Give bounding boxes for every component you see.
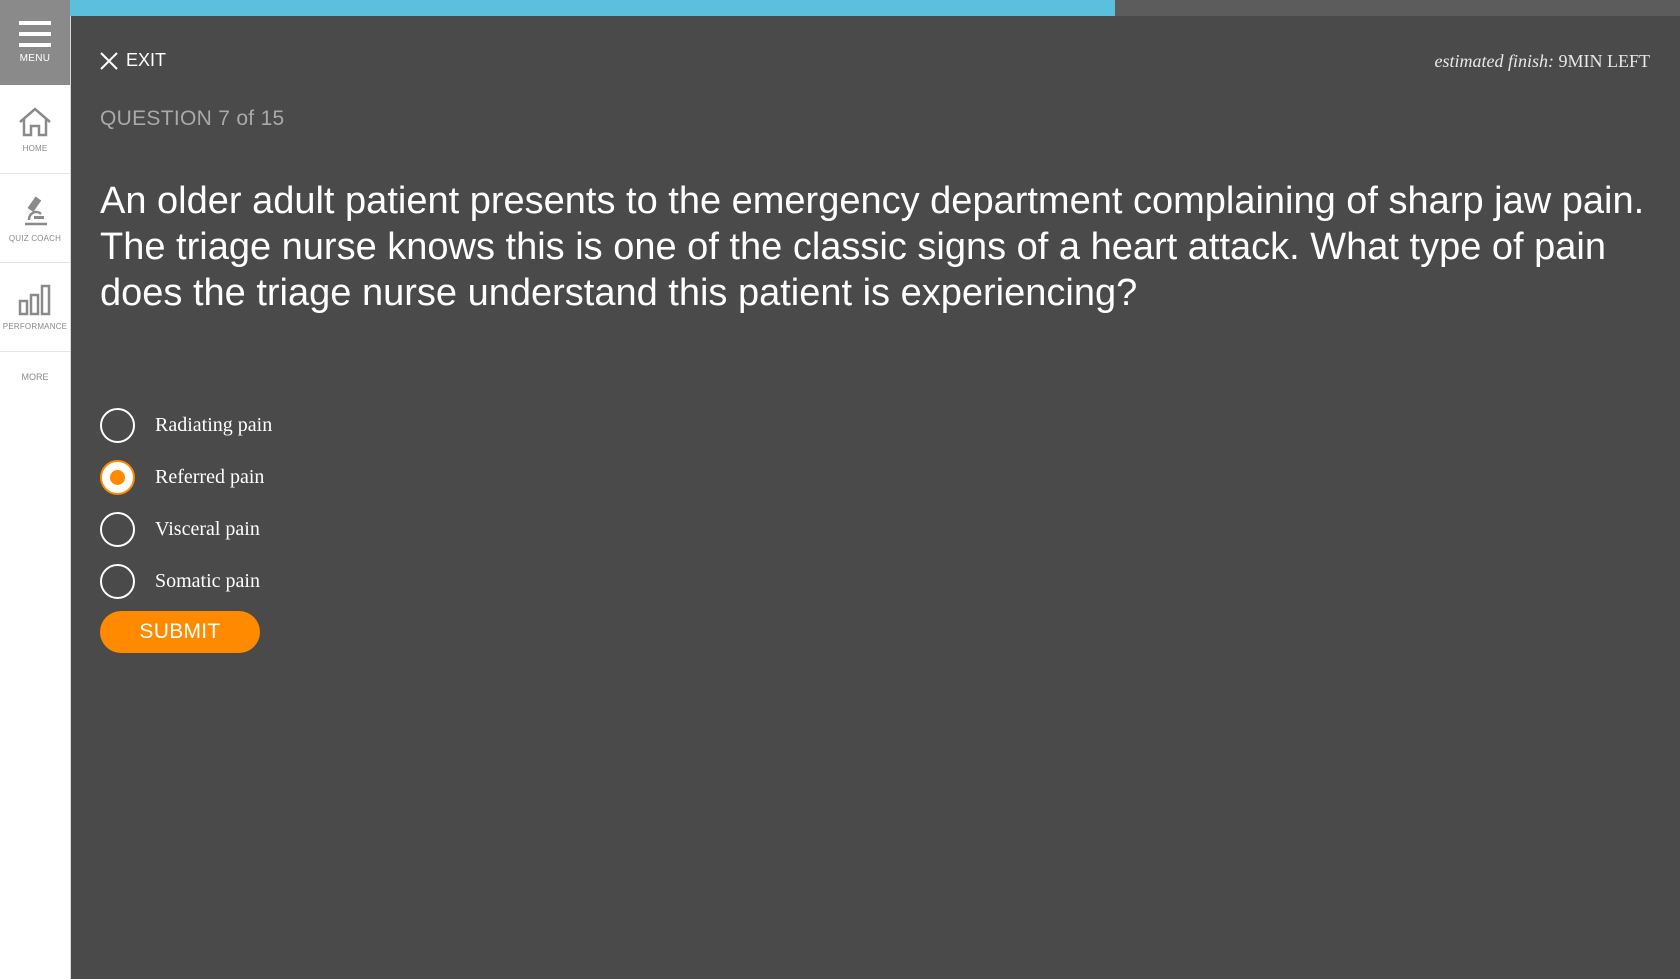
sidebar: MENU HOME QUIZ COACH PERFORMANCE MORE [0, 0, 71, 979]
microscope-icon [25, 196, 47, 225]
estimated-finish: estimated finish: 9MIN LEFT [1435, 51, 1651, 72]
answer-option-label: Radiating pain [155, 413, 273, 436]
home-icon [19, 106, 51, 136]
sidebar-item-more[interactable]: MORE [0, 352, 70, 402]
menu-label: MENU [19, 53, 51, 64]
radio-button[interactable] [100, 563, 135, 599]
answer-option-label: Referred pain [155, 465, 265, 488]
answer-option[interactable]: Referred pain [100, 457, 272, 497]
bar-chart-icon [18, 284, 51, 315]
quiz-progress-bar [70, 0, 1680, 16]
sidebar-item-label: QUIZ COACH [8, 233, 62, 243]
sidebar-item-label: PERFORMANCE [2, 321, 68, 331]
estimate-prefix: estimated finish: [1434, 51, 1555, 71]
radio-button[interactable] [100, 511, 135, 547]
answer-option-label: Visceral pain [155, 517, 260, 540]
close-icon [100, 51, 118, 70]
answer-option[interactable]: Radiating pain [100, 405, 272, 445]
quiz-progress-fill [70, 0, 1115, 16]
answer-options: Radiating pain Referred pain Visceral pa… [100, 405, 272, 613]
sidebar-item-label: HOME [22, 143, 48, 153]
hamburger-icon [19, 21, 51, 47]
question-text: An older adult patient presents to the e… [100, 180, 1645, 314]
exit-button[interactable]: EXIT [100, 50, 166, 71]
radio-button[interactable] [100, 459, 135, 495]
submit-button[interactable]: SUBMIT [100, 611, 260, 653]
sidebar-item-quiz-coach[interactable]: QUIZ COACH [0, 174, 70, 263]
answer-option[interactable]: Visceral pain [100, 509, 272, 549]
answer-option[interactable]: Somatic pain [100, 561, 272, 601]
question-number: QUESTION 7 of 15 [100, 107, 285, 130]
answer-option-label: Somatic pain [155, 569, 260, 592]
estimate-value: 9MIN LEFT [1558, 51, 1651, 71]
menu-button[interactable]: MENU [0, 0, 70, 85]
sidebar-item-home[interactable]: HOME [0, 85, 70, 174]
exit-label: EXIT [126, 50, 167, 70]
radio-button[interactable] [100, 407, 135, 443]
sidebar-item-performance[interactable]: PERFORMANCE [0, 263, 70, 352]
quiz-main: EXIT estimated finish: 9MIN LEFT QUESTIO… [70, 16, 1680, 979]
